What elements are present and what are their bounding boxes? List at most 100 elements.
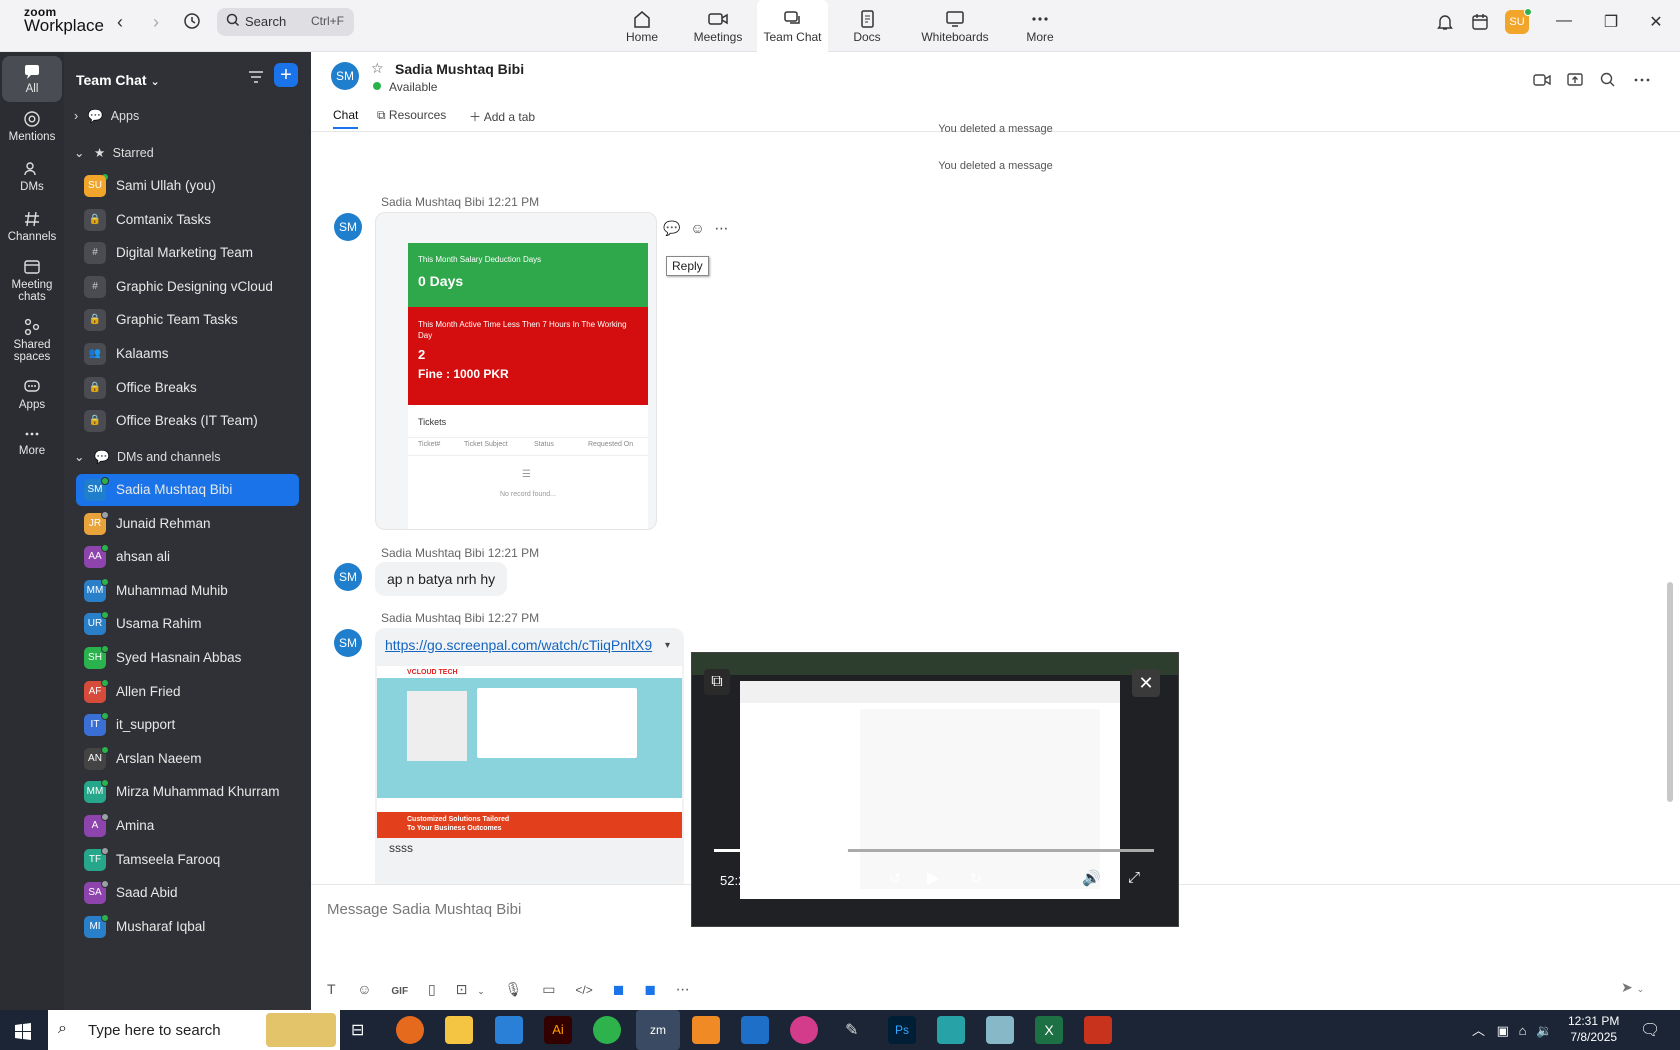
fullscreen-icon[interactable]: ⤢ bbox=[1128, 869, 1140, 886]
contact-name[interactable]: Sadia Mushtaq Bibi bbox=[395, 61, 524, 77]
sidebar-item-dm[interactable]: MI Musharaf Iqbal bbox=[76, 911, 299, 943]
contact-avatar[interactable]: SM bbox=[331, 62, 359, 90]
chat-scrollbar[interactable] bbox=[1667, 582, 1673, 802]
sidebar-item-starred[interactable]: 🔒 Graphic Team Tasks bbox=[76, 304, 299, 336]
sidebar-item-dm[interactable]: AA ahsan ali bbox=[76, 541, 299, 573]
code-icon[interactable]: </> bbox=[575, 983, 592, 997]
app-tablet-icon[interactable] bbox=[986, 1016, 1014, 1044]
taskbar-clock[interactable]: 12:31 PM 7/8/2025 bbox=[1568, 1013, 1619, 1045]
tab-meetings[interactable]: Meetings bbox=[690, 0, 746, 52]
close-video-icon[interactable]: ✕ bbox=[1132, 669, 1160, 697]
chat-app-icon[interactable]: ◼ bbox=[644, 981, 656, 997]
emoji-icon[interactable]: ☺ bbox=[357, 981, 371, 997]
dms-section[interactable]: ⌄ 💬 DMs and channels bbox=[74, 449, 221, 465]
forward-icon[interactable]: ↻ bbox=[970, 870, 982, 887]
photoshop-icon[interactable]: Ps bbox=[888, 1016, 916, 1044]
message-link[interactable]: https://go.screenpal.com/watch/cTiiqPnlt… bbox=[385, 637, 652, 653]
creative-cloud-icon[interactable] bbox=[790, 1016, 818, 1044]
screenshot-icon[interactable]: ⊡ bbox=[456, 981, 468, 997]
rewind-icon[interactable]: ↺ bbox=[889, 870, 901, 887]
tab-resources[interactable]: ⧉ Resources bbox=[377, 108, 446, 123]
minimize-icon[interactable]: — bbox=[1554, 12, 1574, 30]
sidebar-item-dm[interactable]: A Amina bbox=[76, 810, 299, 842]
apps-section[interactable]: › 💬 Apps bbox=[74, 109, 139, 124]
link-preview-image[interactable]: VCLOUD TECH Customized Solutions Tailore… bbox=[377, 666, 682, 838]
sidebar-item-dm[interactable]: AF Allen Fried bbox=[76, 676, 299, 708]
sidebar-item-dm[interactable]: SH Syed Hasnain Abbas bbox=[76, 642, 299, 674]
speaker-icon[interactable]: 🔉 bbox=[1536, 1023, 1552, 1038]
rail-mentions[interactable]: Mentions bbox=[2, 110, 62, 143]
sidebar-item-starred[interactable]: 🔒 Office Breaks (IT Team) bbox=[76, 405, 299, 437]
close-window-icon[interactable]: ✕ bbox=[1646, 12, 1666, 32]
send-icon[interactable]: ➤ ⌄ bbox=[1621, 979, 1644, 996]
tab-team-chat[interactable]: Team Chat bbox=[757, 0, 828, 52]
video-call-icon[interactable] bbox=[1532, 72, 1552, 88]
sidebar-item-starred[interactable]: 🔒 Office Breaks bbox=[76, 372, 299, 404]
image-attachment[interactable]: This Month Salary Deduction Days 0 Days … bbox=[375, 212, 657, 530]
sidebar-item-dm[interactable]: UR Usama Rahim bbox=[76, 608, 299, 640]
file-icon[interactable]: ▯ bbox=[428, 981, 436, 997]
tab-whiteboards[interactable]: Whiteboards bbox=[915, 0, 995, 52]
video-progress-track[interactable] bbox=[714, 845, 1154, 856]
excel-icon[interactable]: X bbox=[1035, 1016, 1063, 1044]
sidebar-item-dm[interactable]: JR Junaid Rehman bbox=[76, 508, 299, 540]
new-chat-button[interactable]: + bbox=[274, 63, 298, 87]
outlook-icon[interactable] bbox=[741, 1016, 769, 1044]
more-options-icon[interactable] bbox=[1633, 77, 1651, 83]
dropdown-caret-icon[interactable]: ▾ bbox=[665, 640, 670, 651]
sender-avatar[interactable]: SM bbox=[334, 213, 362, 241]
sender-avatar[interactable]: SM bbox=[334, 563, 362, 591]
task-view-icon[interactable]: ⊟ bbox=[351, 1020, 364, 1040]
gif-icon[interactable]: GIF bbox=[391, 986, 408, 997]
text-format-icon[interactable]: T bbox=[327, 981, 335, 997]
more-dots-icon[interactable]: ⋯ bbox=[676, 981, 690, 997]
maximize-icon[interactable]: ❐ bbox=[1601, 12, 1621, 32]
sidebar-item-starred[interactable]: # Digital Marketing Team bbox=[76, 237, 299, 269]
taskbar-search-input[interactable]: ⌕ Type here to search bbox=[48, 1010, 340, 1050]
xampp-icon[interactable] bbox=[692, 1016, 720, 1044]
microphone-icon[interactable]: 🎙 bbox=[505, 981, 523, 997]
sidebar-item-starred[interactable]: 👥 Kalaams bbox=[76, 338, 299, 370]
volume-icon[interactable]: 🔊 bbox=[1082, 869, 1101, 887]
back-arrow-icon[interactable]: ‹ bbox=[110, 12, 130, 33]
app-diamond-icon[interactable] bbox=[937, 1016, 965, 1044]
notification-tray-icon[interactable]: ▣ bbox=[1497, 1023, 1509, 1038]
history-icon[interactable] bbox=[182, 12, 202, 35]
sidebar-item-dm[interactable]: MM Mirza Muhammad Khurram bbox=[76, 776, 299, 808]
emoji-icon[interactable]: ☺ bbox=[690, 220, 704, 236]
action-center-icon[interactable]: 🗨 bbox=[1640, 1020, 1660, 1040]
zoom-taskbar-icon[interactable]: zm bbox=[636, 1010, 680, 1050]
sender-avatar[interactable]: SM bbox=[334, 629, 362, 657]
composer-input[interactable]: Message Sadia Mushtaq Bibi bbox=[327, 901, 521, 918]
filter-icon[interactable] bbox=[247, 69, 265, 85]
more-dots-icon[interactable]: ⋯ bbox=[715, 220, 729, 236]
share-screen-icon[interactable] bbox=[1566, 71, 1584, 89]
rail-dms[interactable]: DMs bbox=[2, 160, 62, 193]
sidebar-item-dm[interactable]: AN Arslan Naeem bbox=[76, 743, 299, 775]
file-explorer-icon[interactable] bbox=[445, 1016, 473, 1044]
forward-arrow-icon[interactable]: › bbox=[146, 12, 166, 33]
illustrator-icon[interactable]: Ai bbox=[544, 1016, 572, 1044]
rail-all[interactable]: All bbox=[2, 56, 62, 102]
firefox-icon[interactable] bbox=[396, 1016, 424, 1044]
sidebar-item-starred[interactable]: SU Sami Ullah (you) bbox=[76, 170, 299, 202]
reply-icon[interactable]: 💬 bbox=[663, 220, 680, 236]
sidebar-item-dm[interactable]: MM Muhammad Muhib bbox=[76, 575, 299, 607]
tab-more[interactable]: More bbox=[1020, 0, 1060, 52]
vscode-icon[interactable] bbox=[495, 1016, 523, 1044]
play-icon[interactable]: ▶ bbox=[927, 868, 939, 888]
bell-icon[interactable] bbox=[1435, 12, 1455, 32]
sidebar-item-starred[interactable]: 🔒 Comtanix Tasks bbox=[76, 204, 299, 236]
video-player[interactable]: ⧉ ✕ 52:20 / 3:01:49 ↺ ▶ ↻ 🔊 ⤢ bbox=[691, 652, 1179, 927]
chrome-icon[interactable] bbox=[593, 1016, 621, 1044]
pen-tool-icon[interactable]: ✎ bbox=[845, 1020, 858, 1040]
snipping-tool-icon[interactable] bbox=[1084, 1016, 1112, 1044]
picture-in-picture-icon[interactable]: ⧉ bbox=[704, 669, 730, 695]
rail-channels[interactable]: Channels bbox=[2, 210, 62, 243]
video-scrubber[interactable] bbox=[836, 845, 848, 856]
calendar-icon[interactable] bbox=[1470, 12, 1490, 32]
search-chat-icon[interactable] bbox=[1599, 71, 1617, 89]
star-outline-icon[interactable]: ☆ bbox=[371, 60, 384, 77]
chevron-up-icon[interactable]: ︿ bbox=[1472, 1023, 1485, 1038]
sidebar-item-dm[interactable]: IT it_support bbox=[76, 709, 299, 741]
